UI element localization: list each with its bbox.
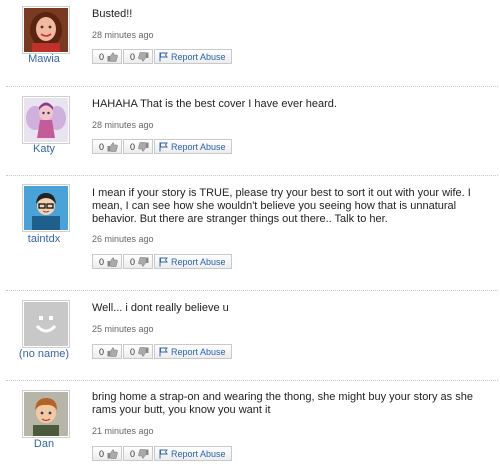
divider: [6, 175, 498, 176]
report-abuse-label: Report Abuse: [171, 141, 226, 152]
avatar[interactable]: [22, 96, 70, 144]
thumbs-up-icon: [107, 141, 118, 152]
flag-icon: [159, 52, 168, 61]
report-abuse-label: Report Abuse: [171, 448, 226, 459]
timestamp: 28 minutes ago: [92, 120, 154, 130]
timestamp: 21 minutes ago: [92, 426, 154, 436]
avatar[interactable]: [22, 390, 70, 438]
username[interactable]: taintdx: [0, 233, 88, 245]
like-count: 0: [99, 141, 105, 152]
dislike-count: 0: [130, 346, 136, 357]
divider: [6, 86, 498, 87]
report-abuse-label: Report Abuse: [171, 51, 226, 62]
dislike-button[interactable]: 0: [123, 254, 154, 269]
timestamp: 28 minutes ago: [92, 30, 154, 40]
username[interactable]: Dan: [0, 438, 88, 450]
dislike-button[interactable]: 0: [123, 49, 154, 64]
username[interactable]: Mawia: [0, 53, 88, 65]
thumbs-up-icon: [107, 346, 118, 357]
avatar[interactable]: [22, 184, 70, 232]
cartoon-glasses-avatar-icon: [24, 186, 68, 230]
thumbs-down-icon: [138, 256, 149, 267]
divider: [6, 290, 498, 291]
fairy-avatar-icon: [24, 98, 68, 142]
report-abuse-button[interactable]: Report Abuse: [154, 139, 232, 154]
comment-actions: 0 0 Report Abuse: [92, 49, 232, 64]
flag-icon: [159, 449, 168, 458]
dislike-button[interactable]: 0: [123, 344, 154, 359]
comment-actions: 0 0 Report Abuse: [92, 446, 232, 461]
thumbs-up-icon: [107, 448, 118, 459]
like-button[interactable]: 0: [92, 254, 123, 269]
divider: [6, 380, 498, 381]
thumbs-down-icon: [138, 448, 149, 459]
report-abuse-button[interactable]: Report Abuse: [154, 254, 232, 269]
report-abuse-button[interactable]: Report Abuse: [154, 49, 232, 64]
comment-text: Well... i dont really believe u: [92, 302, 229, 314]
like-count: 0: [99, 256, 105, 267]
username[interactable]: (no name): [0, 348, 88, 360]
flag-icon: [159, 257, 168, 266]
cartoon-boy-avatar-icon: [24, 392, 68, 436]
comment-actions: 0 0 Report Abuse: [92, 254, 232, 269]
timestamp: 25 minutes ago: [92, 324, 154, 334]
like-count: 0: [99, 448, 105, 459]
report-abuse-label: Report Abuse: [171, 256, 226, 267]
like-button[interactable]: 0: [92, 49, 123, 64]
comment-text: HAHAHA That is the best cover I have eve…: [92, 98, 337, 110]
timestamp: 26 minutes ago: [92, 234, 154, 244]
dislike-button[interactable]: 0: [123, 446, 154, 461]
dislike-count: 0: [130, 51, 136, 62]
flag-icon: [159, 347, 168, 356]
dislike-count: 0: [130, 141, 136, 152]
comment-text: bring home a strap-on and wearing the th…: [92, 391, 473, 416]
like-count: 0: [99, 346, 105, 357]
thumbs-down-icon: [138, 51, 149, 62]
username[interactable]: Katy: [0, 143, 88, 155]
like-button[interactable]: 0: [92, 344, 123, 359]
dislike-button[interactable]: 0: [123, 139, 154, 154]
avatar[interactable]: [22, 300, 70, 348]
thumbs-up-icon: [107, 256, 118, 267]
like-count: 0: [99, 51, 105, 62]
report-abuse-button[interactable]: Report Abuse: [154, 344, 232, 359]
comment-actions: 0 0 Report Abuse: [92, 139, 232, 154]
comment-text: I mean if your story is TRUE, please try…: [92, 187, 471, 225]
flag-icon: [159, 142, 168, 151]
dislike-count: 0: [130, 448, 136, 459]
avatar[interactable]: [22, 6, 70, 54]
thumbs-down-icon: [138, 141, 149, 152]
thumbs-down-icon: [138, 346, 149, 357]
thumbs-up-icon: [107, 51, 118, 62]
dislike-count: 0: [130, 256, 136, 267]
like-button[interactable]: 0: [92, 446, 123, 461]
default-smiley-avatar-icon: [24, 302, 68, 346]
comment-actions: 0 0 Report Abuse: [92, 344, 232, 359]
woman-photo-avatar-icon: [24, 8, 68, 52]
like-button[interactable]: 0: [92, 139, 123, 154]
report-abuse-label: Report Abuse: [171, 346, 226, 357]
report-abuse-button[interactable]: Report Abuse: [154, 446, 232, 461]
comment-text: Busted!!: [92, 8, 133, 20]
